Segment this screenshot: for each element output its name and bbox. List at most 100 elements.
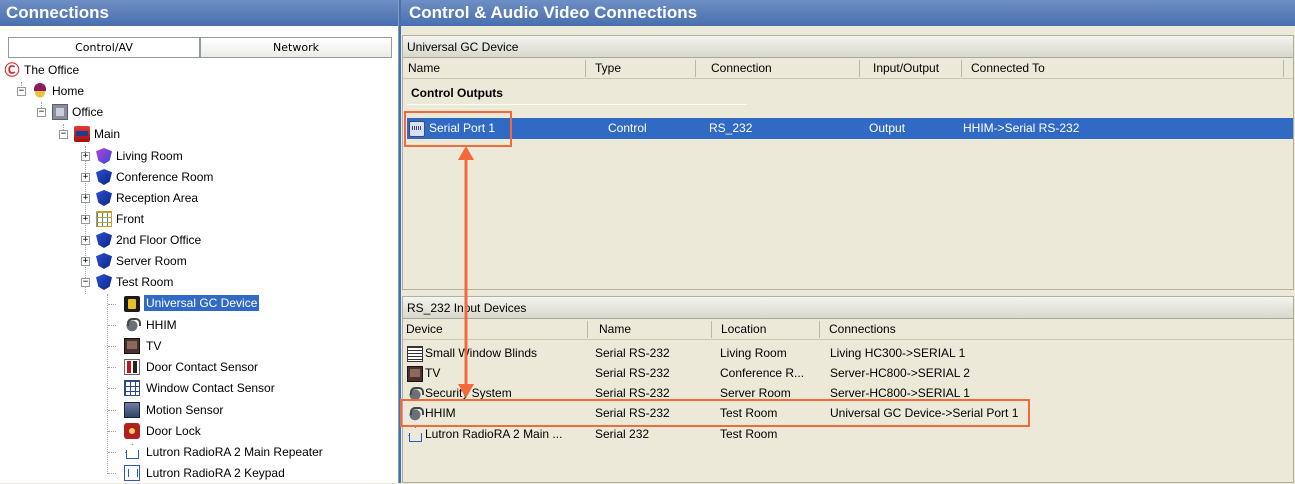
table-row-small-window-blinds[interactable]: Small Window Blinds Serial RS-232 Living… <box>405 343 1285 364</box>
expand-toggle[interactable]: + <box>81 194 90 203</box>
cell-device: HHIM <box>425 406 456 420</box>
column-header-connected-to[interactable]: Connected To <box>971 61 1045 75</box>
collapse-toggle[interactable]: − <box>37 108 46 117</box>
cell-connections: Server-HC800->SERIAL 1 <box>830 386 970 400</box>
tree-item-the-office[interactable]: Ⓒ The Office <box>0 60 398 81</box>
tree-item-motion-sensor[interactable]: Motion Sensor <box>0 400 398 421</box>
column-header-connections[interactable]: Connections <box>829 322 896 336</box>
cell-type: Control <box>608 121 647 135</box>
tree-connector <box>108 346 116 347</box>
tab-network[interactable]: Network <box>200 37 392 57</box>
cell-name: Serial RS-232 <box>595 406 670 420</box>
cell-location: Conference R... <box>720 366 805 380</box>
tree-connector <box>108 410 116 411</box>
column-header-row: Name Type Connection Input/Output Connec… <box>403 58 1293 79</box>
tree-item-2nd-floor-office[interactable]: + 2nd Floor Office <box>0 230 398 251</box>
door-contact-icon <box>124 359 140 375</box>
expand-toggle[interactable]: + <box>81 152 90 161</box>
security-system-icon <box>407 386 424 402</box>
gc-device-icon <box>124 296 140 312</box>
lutron-keypad-icon <box>124 465 140 481</box>
column-separator[interactable] <box>695 60 696 77</box>
expand-toggle[interactable]: + <box>81 173 90 182</box>
tree-item-universal-gc-device[interactable]: Universal GC Device <box>0 294 398 315</box>
column-header-device[interactable]: Device <box>406 322 443 336</box>
column-header-type[interactable]: Type <box>595 61 621 75</box>
group-divider <box>407 104 747 105</box>
tree-item-main[interactable]: − Main <box>0 124 398 145</box>
tree-label: Test Room <box>116 275 174 289</box>
tree-item-home[interactable]: − Home <box>0 81 398 102</box>
tree-item-lutron-keypad[interactable]: Lutron RadioRA 2 Keypad <box>0 463 398 484</box>
column-header-input-output[interactable]: Input/Output <box>873 61 939 75</box>
lutron-repeater-icon <box>407 427 423 443</box>
collapse-toggle[interactable]: − <box>17 87 26 96</box>
expand-toggle[interactable]: + <box>81 236 90 245</box>
column-header-name[interactable]: Name <box>599 322 631 336</box>
column-header-connection[interactable]: Connection <box>711 61 772 75</box>
column-separator[interactable] <box>819 321 820 338</box>
tree-label: Lutron RadioRA 2 Keypad <box>146 466 285 480</box>
cell-location: Living Room <box>720 346 787 360</box>
collapse-toggle[interactable]: − <box>81 278 90 287</box>
tree-item-tv[interactable]: TV <box>0 336 398 357</box>
tree-connector <box>108 388 116 389</box>
cell-name: Serial RS-232 <box>595 366 670 380</box>
tree-label: 2nd Floor Office <box>116 233 202 247</box>
av-connections-pane: Control & Audio Video Connections Univer… <box>399 0 1295 483</box>
office-icon <box>52 104 68 120</box>
column-header-location[interactable]: Location <box>721 322 766 336</box>
column-separator[interactable] <box>585 60 586 77</box>
tree-item-office[interactable]: − Office <box>0 102 398 123</box>
column-separator[interactable] <box>587 321 588 338</box>
tree-item-door-contact-sensor[interactable]: Door Contact Sensor <box>0 357 398 378</box>
column-separator[interactable] <box>711 321 712 338</box>
tree-label: TV <box>146 339 162 353</box>
tree-item-door-lock[interactable]: Door Lock <box>0 421 398 442</box>
panel-title: Universal GC Device <box>403 36 1293 58</box>
c4-logo-icon: Ⓒ <box>4 61 20 79</box>
tree-item-server-room[interactable]: + Server Room <box>0 251 398 272</box>
cell-connected-to: HHIM->Serial RS-232 <box>963 121 1080 135</box>
column-header-name[interactable]: Name <box>408 61 440 75</box>
collapse-toggle[interactable]: − <box>59 130 68 139</box>
tab-strip: Control/AV Network <box>8 37 392 57</box>
room-shield-icon <box>96 274 112 290</box>
tree-label: Front <box>116 212 145 226</box>
table-row-security-system[interactable]: Security System Serial RS-232 Server Roo… <box>405 383 1285 404</box>
cell-io: Output <box>869 121 906 135</box>
table-row-serial-port-1[interactable]: Serial Port 1 Control RS_232 Output HHIM… <box>407 118 1293 139</box>
room-shield-icon <box>96 148 112 164</box>
cell-connections: Server-HC800->SERIAL 2 <box>830 366 970 380</box>
tree-label: Motion Sensor <box>146 403 224 417</box>
tab-control-av[interactable]: Control/AV <box>8 37 200 57</box>
table-row-hhim[interactable]: HHIM Serial RS-232 Test Room Universal G… <box>405 403 1285 424</box>
tree-connector <box>108 431 116 432</box>
cell-location: Test Room <box>720 427 778 441</box>
cell-connections: Living HC300->SERIAL 1 <box>830 346 966 360</box>
table-row-tv[interactable]: TV Serial RS-232 Conference R... Server-… <box>405 363 1285 384</box>
tree-label: Door Lock <box>146 424 201 438</box>
tree-item-test-room[interactable]: − Test Room <box>0 272 398 293</box>
tree-label: Window Contact Sensor <box>146 381 275 395</box>
column-separator[interactable] <box>961 60 962 77</box>
tree-item-lutron-main-repeater[interactable]: Lutron RadioRA 2 Main Repeater <box>0 442 398 463</box>
tree-item-window-contact-sensor[interactable]: Window Contact Sensor <box>0 378 398 399</box>
tree-item-reception-area[interactable]: + Reception Area <box>0 188 398 209</box>
cell-name: Serial 232 <box>595 427 650 441</box>
tree-label: Conference Room <box>116 170 214 184</box>
tree-label: The Office <box>24 63 80 77</box>
tree-connector <box>108 304 116 305</box>
tree-label: Lutron RadioRA 2 Main Repeater <box>146 445 323 459</box>
tree-item-living-room[interactable]: + Living Room <box>0 146 398 167</box>
tv-icon <box>124 338 140 354</box>
expand-toggle[interactable]: + <box>81 215 90 224</box>
tree-item-conference-room[interactable]: + Conference Room <box>0 167 398 188</box>
table-row-lutron-main-repeater[interactable]: Lutron RadioRA 2 Main ... Serial 232 Tes… <box>405 424 1285 445</box>
tree-item-front[interactable]: + Front <box>0 209 398 230</box>
tree-item-hhim[interactable]: HHIM <box>0 315 398 336</box>
column-separator[interactable] <box>859 60 860 77</box>
expand-toggle[interactable]: + <box>81 257 90 266</box>
window-contact-icon <box>124 380 140 396</box>
column-separator[interactable] <box>1283 60 1284 77</box>
